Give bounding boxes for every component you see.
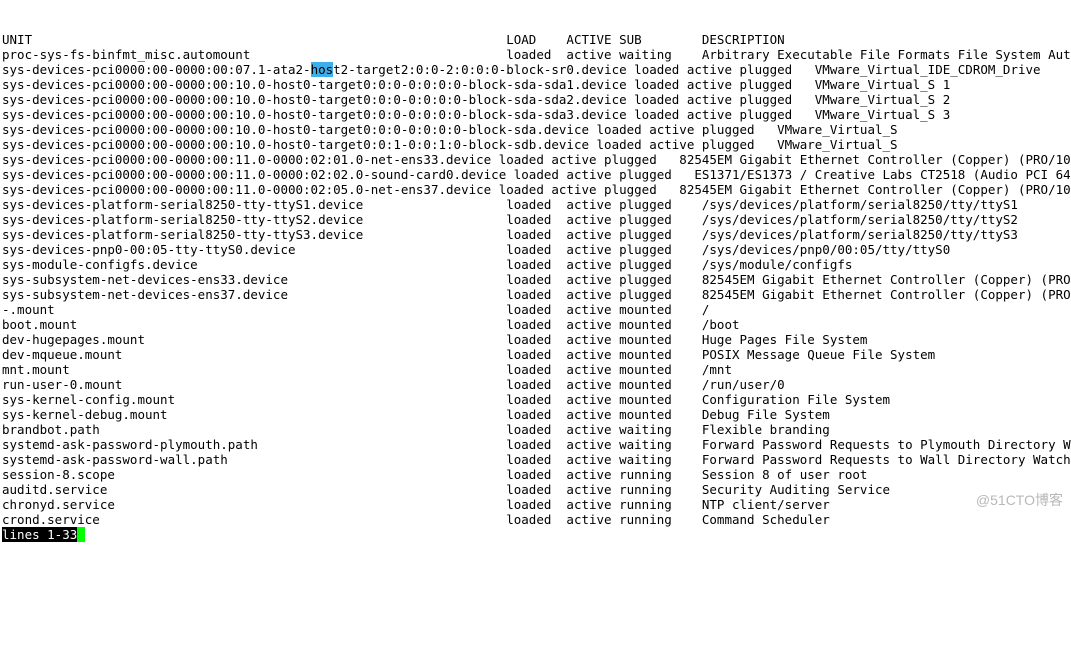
cursor: [77, 527, 85, 542]
unit-row: systemd-ask-password-wall.path loaded ac…: [2, 452, 1071, 467]
unit-row: sys-kernel-debug.mount loaded active mou…: [2, 407, 1071, 422]
unit-row: dev-hugepages.mount loaded active mounte…: [2, 332, 1071, 347]
unit-row: mnt.mount loaded active mounted /mnt: [2, 362, 1071, 377]
header-row: UNIT LOAD ACTIVE SUB DESCRIPTION: [2, 32, 1071, 47]
terminal-output: UNIT LOAD ACTIVE SUB DESCRIPTIONproc-sys…: [0, 30, 1071, 544]
unit-row: sys-devices-pci0000:00-0000:00:10.0-host…: [2, 77, 1071, 92]
unit-row: sys-devices-pnp0-00:05-tty-ttyS0.device …: [2, 242, 1071, 257]
unit-row: sys-module-configfs.device loaded active…: [2, 257, 1071, 272]
unit-row: sys-devices-pci0000:00-0000:00:11.0-0000…: [2, 152, 1071, 167]
unit-row: sys-devices-pci0000:00-0000:00:10.0-host…: [2, 92, 1071, 107]
unit-row: chronyd.service loaded active running NT…: [2, 497, 1071, 512]
unit-row: sys-devices-platform-serial8250-tty-ttyS…: [2, 197, 1071, 212]
unit-row: dev-mqueue.mount loaded active mounted P…: [2, 347, 1071, 362]
watermark: @51CTO博客: [976, 493, 1063, 508]
unit-row: run-user-0.mount loaded active mounted /…: [2, 377, 1071, 392]
text-selection: hos: [311, 62, 334, 77]
unit-row: sys-devices-pci0000:00-0000:00:11.0-0000…: [2, 167, 1071, 182]
unit-row: boot.mount loaded active mounted /boot: [2, 317, 1071, 332]
unit-row: brandbot.path loaded active waiting Flex…: [2, 422, 1071, 437]
unit-row: sys-devices-pci0000:00-0000:00:10.0-host…: [2, 122, 1071, 137]
unit-row: crond.service loaded active running Comm…: [2, 512, 1071, 527]
unit-row: systemd-ask-password-plymouth.path loade…: [2, 437, 1071, 452]
unit-row: proc-sys-fs-binfmt_misc.automount loaded…: [2, 47, 1071, 62]
unit-row: auditd.service loaded active running Sec…: [2, 482, 1071, 497]
unit-row: sys-devices-platform-serial8250-tty-ttyS…: [2, 227, 1071, 242]
unit-row: sys-devices-platform-serial8250-tty-ttyS…: [2, 212, 1071, 227]
unit-row: session-8.scope loaded active running Se…: [2, 467, 1071, 482]
unit-row: sys-subsystem-net-devices-ens37.device l…: [2, 287, 1071, 302]
unit-row: -.mount loaded active mounted /: [2, 302, 1071, 317]
unit-row: sys-devices-pci0000:00-0000:00:07.1-ata2…: [2, 62, 1071, 77]
unit-row: sys-kernel-config.mount loaded active mo…: [2, 392, 1071, 407]
unit-row: sys-devices-pci0000:00-0000:00:10.0-host…: [2, 137, 1071, 152]
pager-status: lines 1-33: [2, 527, 77, 542]
unit-row: sys-subsystem-net-devices-ens33.device l…: [2, 272, 1071, 287]
unit-row: sys-devices-pci0000:00-0000:00:11.0-0000…: [2, 182, 1071, 197]
unit-row: sys-devices-pci0000:00-0000:00:10.0-host…: [2, 107, 1071, 122]
